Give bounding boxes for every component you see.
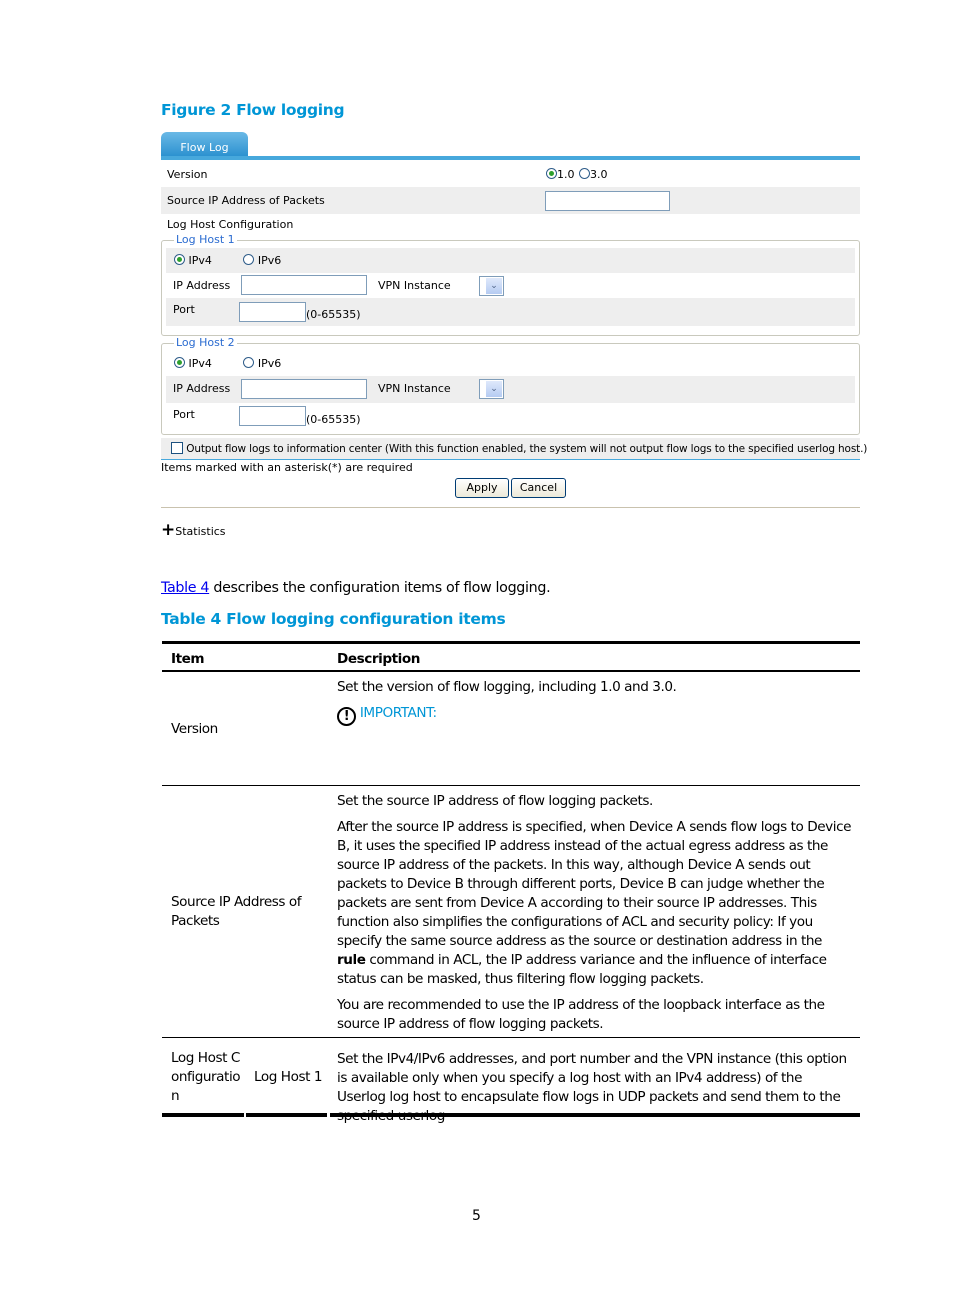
- version-3-0-label: 3.0: [590, 168, 608, 181]
- log-host-2-ip-input[interactable]: [241, 379, 367, 399]
- row-version-desc: Set the version of flow logging, includi…: [337, 678, 852, 726]
- row-source-ip-desc-2b: command in ACL, the IP address variance …: [337, 952, 827, 987]
- log-host-1-ip-input[interactable]: [241, 275, 367, 295]
- log-host-2-fieldset: Log Host 2 IPv4 IPv6 IP Address VPN Inst…: [161, 336, 860, 435]
- source-ip-row: Source IP Address of Packets: [161, 187, 860, 214]
- version-row: Version 1.0 3.0: [161, 161, 860, 187]
- log-host-2-ipv6-label: IPv6: [257, 357, 282, 370]
- log-host-2-ipv4-radio[interactable]: [174, 357, 185, 368]
- required-note: Items marked with an asterisk(*) are req…: [161, 461, 413, 474]
- plus-icon: +: [161, 520, 176, 540]
- exclamation-circle-icon: !: [337, 707, 356, 726]
- flow-log-screenshot: Flow Log Version 1.0 3.0 Source IP Addre…: [161, 132, 867, 544]
- log-host-2-ip-row: IP Address VPN Instance ⌄: [166, 376, 855, 403]
- row-log-host-item: Log Host Configuration: [171, 1050, 241, 1104]
- log-host-1-port-input[interactable]: [239, 302, 306, 322]
- important-note: ! IMPORTANT:: [337, 704, 852, 726]
- row-source-ip-desc-2a: After the source IP address is specified…: [337, 819, 852, 949]
- log-host-2-ipv4-label: IPv4: [188, 357, 212, 370]
- output-info-center-row: Output flow logs to information center (…: [161, 438, 867, 460]
- row-rule-1: [162, 785, 860, 786]
- row-version-item: Version: [171, 721, 218, 737]
- log-host-1-port-row: Port (0-65535): [166, 298, 855, 326]
- header-description: Description: [337, 651, 420, 667]
- tab-flow-log[interactable]: Flow Log: [161, 132, 248, 157]
- log-host-2-ip-label: IP Address: [173, 382, 231, 395]
- source-ip-label: Source IP Address of Packets: [167, 194, 325, 207]
- row-source-ip-item: Source IP Address of Packets: [171, 894, 302, 929]
- bottom-rule-2: [246, 1113, 327, 1117]
- header-rule: [162, 670, 860, 672]
- tab-underline: [161, 156, 860, 160]
- apply-button[interactable]: Apply: [455, 478, 509, 498]
- log-host-2-port-input[interactable]: [239, 406, 306, 426]
- log-host-1-vpn-label: VPN Instance: [378, 279, 451, 292]
- intro-paragraph: Table 4 describes the configuration item…: [161, 580, 551, 596]
- source-ip-input[interactable]: [545, 191, 670, 211]
- log-host-1-port-label: Port: [173, 303, 195, 316]
- row-log-host-subitem: Log Host 1: [254, 1069, 323, 1085]
- log-host-1-ip-label: IP Address: [173, 279, 231, 292]
- version-label: Version: [167, 168, 208, 181]
- page-number: 5: [472, 1208, 481, 1224]
- log-host-1-ip-row: IP Address VPN Instance ⌄: [166, 273, 855, 298]
- log-host-2-legend: Log Host 2: [174, 336, 237, 350]
- rule-keyword: rule: [337, 952, 366, 968]
- intro-text: describes the configuration items of flo…: [209, 580, 551, 596]
- row-source-ip-desc: Set the source IP address of flow loggin…: [337, 792, 853, 1041]
- output-info-center-checkbox[interactable]: [171, 442, 183, 454]
- statistics-label: Statistics: [175, 525, 226, 538]
- bottom-rule-1: [162, 1113, 244, 1117]
- row-source-ip-desc-3: You are recommended to use the IP addres…: [337, 997, 825, 1032]
- log-host-1-ipv4-radio[interactable]: [174, 254, 185, 265]
- version-options: 1.0 3.0: [546, 161, 608, 188]
- button-row: Apply Cancel: [161, 476, 860, 508]
- row-source-ip-desc-1: Set the source IP address of flow loggin…: [337, 793, 653, 809]
- bottom-rule-3: [330, 1113, 860, 1117]
- table-4-link[interactable]: Table 4: [161, 580, 210, 596]
- header-item: Item: [171, 651, 205, 667]
- log-host-2-port-label: Port: [173, 408, 195, 421]
- row-rule-2: [162, 1037, 860, 1038]
- log-host-2-ipv6-radio[interactable]: [243, 357, 255, 368]
- row-version-desc-text: Set the version of flow logging, includi…: [337, 679, 677, 695]
- version-1-0-label: 1.0: [557, 168, 575, 181]
- log-host-2-ip-version-row: IPv4 IPv6: [166, 351, 855, 376]
- log-host-2-vpn-select[interactable]: ⌄: [479, 379, 504, 399]
- row-source-ip-desc-2: After the source IP address is specified…: [337, 818, 853, 989]
- important-label: IMPORTANT:: [359, 705, 437, 721]
- log-host-2-vpn-label: VPN Instance: [378, 382, 451, 395]
- log-host-2-port-row: Port (0-65535): [166, 403, 855, 431]
- tab-bar: Flow Log: [161, 132, 860, 161]
- log-host-1-ip-version-row: IPv4 IPv6: [166, 248, 855, 273]
- statistics-toggle[interactable]: +Statistics: [161, 516, 860, 544]
- log-host-1-ipv4-label: IPv4: [188, 254, 212, 267]
- log-host-config-row: Log Host Configuration: [161, 214, 860, 236]
- version-3-0-radio[interactable]: [579, 168, 590, 179]
- log-host-1-ipv6-label: IPv6: [257, 254, 282, 267]
- log-host-1-legend: Log Host 1: [174, 233, 237, 247]
- log-host-1-ipv6-radio[interactable]: [243, 254, 255, 265]
- table-caption: Table 4 Flow logging configuration items: [161, 610, 506, 628]
- log-host-1-fieldset: Log Host 1 IPv4 IPv6 IP Address VPN Inst…: [161, 233, 860, 336]
- table-top-rule: [162, 641, 860, 644]
- log-host-1-port-range: (0-65535): [306, 308, 361, 321]
- output-info-center-label: Output flow logs to information center (…: [186, 443, 868, 455]
- log-host-1-vpn-select[interactable]: ⌄: [479, 276, 504, 296]
- cancel-button[interactable]: Cancel: [511, 478, 566, 498]
- chevron-down-icon: ⌄: [486, 381, 502, 397]
- figure-caption: Figure 2 Flow logging: [161, 101, 345, 119]
- log-host-2-port-range: (0-65535): [306, 413, 361, 426]
- version-1-0-radio[interactable]: [546, 168, 557, 179]
- chevron-down-icon: ⌄: [486, 278, 502, 294]
- document-page: Figure 2 Flow logging Flow Log Version 1…: [0, 0, 954, 1294]
